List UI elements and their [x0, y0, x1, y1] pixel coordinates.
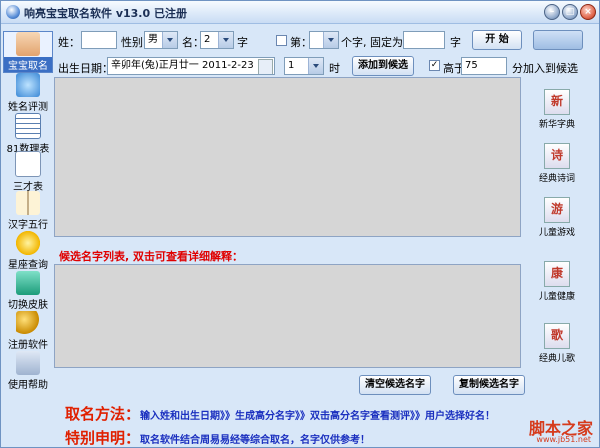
generated-names-list[interactable] [54, 77, 521, 237]
fixed-char-input[interactable] [403, 31, 445, 49]
title-bar: 响亮宝宝取名软件 v13.0 已注册 – □ × [1, 1, 599, 24]
minimize-icon[interactable]: – [544, 4, 560, 20]
sidebar-item-three-talents[interactable]: 三才表 [3, 151, 53, 193]
songs-icon: 歌 [544, 323, 570, 349]
copy-candidates-button[interactable]: 复制候选名字 [453, 375, 525, 395]
baby-icon [16, 32, 40, 56]
gender-select[interactable]: 男 [144, 31, 178, 49]
name-test-icon [16, 73, 40, 97]
health-icon: 康 [544, 261, 570, 287]
secondary-button[interactable] [533, 30, 583, 50]
above-score-input[interactable]: 75 [461, 57, 507, 75]
star-icon [16, 231, 40, 255]
document-icon [15, 151, 41, 177]
surname-input[interactable] [81, 31, 117, 49]
naming-method-line: 取名方法：输入姓和出生日期》》生成高分名字》》双击高分名字查看测评》》用户选择好… [65, 405, 496, 423]
calendar-icon[interactable] [258, 59, 273, 74]
sidebar-item-register[interactable]: 注册软件 [3, 311, 53, 351]
birthdate-input[interactable]: 辛卯年(兔)正月廿一 2011-2-23 [107, 57, 275, 75]
app-logo-icon [6, 5, 20, 19]
sidebar-item-zodiac[interactable]: 星座查询 [3, 231, 53, 271]
tool-songs[interactable]: 歌 经典儿歌 [532, 323, 582, 364]
tool-games[interactable]: 游 儿童游戏 [532, 197, 582, 238]
candidate-names-list[interactable] [54, 264, 521, 368]
sidebar-item-baby-naming[interactable]: 宝宝取名 [3, 31, 53, 73]
table-icon [15, 113, 41, 139]
sidebar-item-81-table[interactable]: 81数理表 [3, 113, 53, 155]
app-window: 响亮宝宝取名软件 v13.0 已注册 – □ × 宝宝取名 姓名评测 81数理表… [0, 0, 600, 448]
chevron-down-icon [323, 32, 338, 48]
gender-label: 性别 [121, 36, 143, 49]
window-title: 响亮宝宝取名软件 v13.0 已注册 [24, 7, 187, 20]
skin-icon [16, 271, 40, 295]
position-select[interactable] [309, 31, 339, 49]
tool-poetry[interactable]: 诗 经典诗词 [532, 143, 582, 184]
candidate-hint: 候选名字列表, 双击可查看详细解释： [59, 250, 244, 263]
sidebar-item-skin[interactable]: 切换皮肤 [3, 271, 53, 311]
hour-label: 时 [329, 62, 340, 75]
hour-select[interactable]: 1 [284, 57, 324, 75]
games-icon: 游 [544, 197, 570, 223]
char-label: 字 [237, 36, 248, 49]
sidebar-item-five-elements[interactable]: 汉字五行 [3, 191, 53, 231]
birthdate-label: 出生日期： [58, 62, 113, 75]
start-button[interactable]: 开 始 [472, 30, 522, 50]
clear-candidates-button[interactable]: 清空候选名字 [359, 375, 431, 395]
surname-label: 姓： [58, 36, 80, 49]
key-icon [16, 311, 40, 335]
watermark-url: www.jb51.net [536, 435, 591, 444]
poetry-icon: 诗 [544, 143, 570, 169]
sidebar-item-name-test[interactable]: 姓名评测 [3, 73, 53, 113]
above-suffix: 分加入到候选 [512, 62, 578, 75]
tool-dictionary[interactable]: 新 新华字典 [532, 89, 582, 130]
close-icon[interactable]: × [580, 4, 596, 20]
tool-health[interactable]: 康 儿童健康 [532, 261, 582, 302]
add-candidate-button[interactable]: 添加到候选 [352, 56, 414, 76]
dictionary-icon: 新 [544, 89, 570, 115]
fixed-char-suffix: 字 [450, 36, 461, 49]
name-count-select[interactable]: 2 [200, 31, 234, 49]
book-icon [16, 191, 40, 215]
maximize-icon[interactable]: □ [562, 4, 578, 20]
chevron-down-icon [308, 58, 323, 74]
chevron-down-icon [218, 32, 233, 48]
help-icon [16, 351, 40, 375]
notice-line: 特别申明：取名软件结合周易易经等综合取名，名字仅供参考！ [65, 429, 371, 447]
above-checkbox[interactable]: ✓ [429, 60, 440, 71]
position-checkbox[interactable] [276, 35, 287, 46]
sidebar-item-help[interactable]: 使用帮助 [3, 351, 53, 391]
chevron-down-icon [162, 32, 177, 48]
